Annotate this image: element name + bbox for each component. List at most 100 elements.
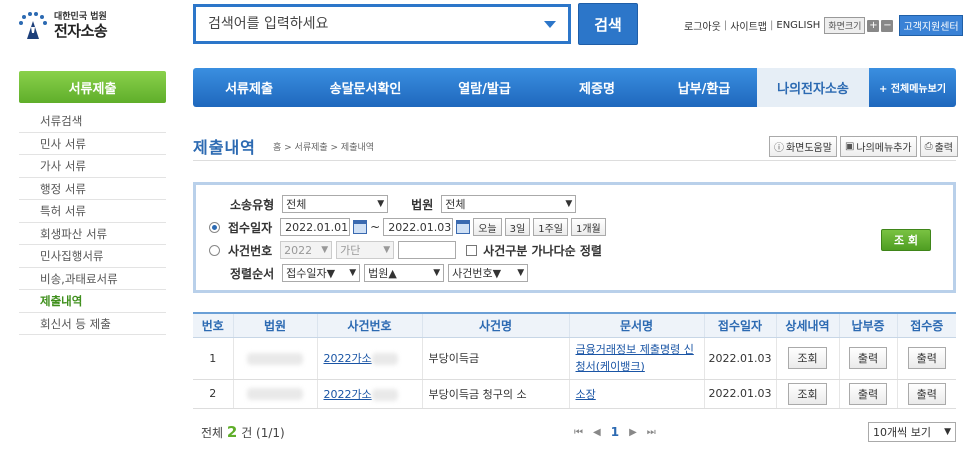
sidebar-item-civil-execution[interactable]: 민사집행서류: [19, 245, 166, 268]
sidebar-item-family[interactable]: 가사 서류: [19, 155, 166, 178]
court-label: 법원: [411, 197, 434, 212]
first-page-icon[interactable]: ⏮: [574, 427, 583, 438]
sidebar-item-non-contentious[interactable]: 비송,과태료서류: [19, 268, 166, 290]
english-link[interactable]: ENGLISH: [776, 20, 820, 31]
col-detail: 상세내역: [775, 312, 839, 338]
print-payment-button[interactable]: 출력: [848, 382, 888, 405]
case-serial-input[interactable]: [398, 241, 457, 259]
case-kind-select[interactable]: 가단 ▼: [336, 241, 395, 259]
row-payment: 출력: [838, 337, 897, 380]
font-size-decrease-button[interactable]: −: [881, 19, 894, 32]
sort-order-1-select[interactable]: 접수일자▼ ▼: [282, 264, 361, 282]
date-to-input[interactable]: 2022.01.03: [383, 218, 454, 236]
sort-order-2-select[interactable]: 법원▲ ▼: [364, 264, 445, 282]
nav-my-e-litigation[interactable]: 나의전자소송: [757, 68, 869, 107]
case-type-select[interactable]: 전체 ▼: [282, 195, 389, 213]
prev-page-icon[interactable]: ◀: [593, 427, 601, 438]
sort-order-label: 정렬순서: [230, 266, 275, 281]
current-page[interactable]: 1: [611, 425, 619, 439]
nav-service-documents[interactable]: 송달문서확인: [305, 68, 426, 107]
court-logo[interactable]: 대한민국 법원 전자소송: [18, 8, 128, 44]
sidebar-item-bankruptcy[interactable]: 회생파산 서류: [19, 223, 166, 245]
utility-links: 로그아웃 | 사이트맵 | ENGLISH 화면크기 + − 고객지원센터: [684, 15, 963, 36]
search-input[interactable]: [196, 16, 544, 32]
add-my-menu-button[interactable]: ▣ 나의메뉴추가: [839, 136, 917, 157]
printer-icon: ⎙: [924, 141, 933, 152]
row-number: 1: [193, 337, 233, 380]
table-row: 1 2022가소 부당이득금 금융거래정보 제출명령 신청서(케이뱅크) 202…: [193, 337, 956, 380]
page-tools: ⓘ 화면도움말 ▣ 나의메뉴추가 ⎙ 출력: [768, 136, 958, 157]
nav-payment-refund[interactable]: 납부/환급: [651, 68, 757, 107]
sort-order-1-value: 접수일자▼: [286, 267, 336, 280]
font-size-increase-button[interactable]: +: [867, 19, 880, 32]
per-page-select[interactable]: 10개씩 보기 ▼: [868, 422, 956, 442]
sidebar-item-document-search[interactable]: 서류검색: [19, 110, 166, 133]
row-document-name: 금융거래정보 제출명령 신청서(케이뱅크): [568, 337, 704, 380]
sidebar-item-civil[interactable]: 민사 서류: [19, 133, 166, 155]
document-link[interactable]: 소장: [576, 388, 596, 401]
print-payment-button[interactable]: 출력: [848, 347, 888, 369]
sidebar-item-patent[interactable]: 특허 서류: [19, 200, 166, 223]
sort-order-2-value: 법원▲: [368, 267, 397, 280]
receipt-date-radio[interactable]: [209, 221, 220, 233]
row-case-name: 부당이득금 청구의 소: [421, 379, 569, 409]
calendar-icon[interactable]: [456, 220, 471, 234]
row-document-name: 소장: [568, 379, 704, 409]
chevron-down-icon: ▼: [944, 427, 951, 437]
logout-link[interactable]: 로그아웃: [684, 18, 721, 33]
period-3day-button[interactable]: 3일: [504, 218, 531, 236]
row-court: [232, 379, 317, 409]
print-button[interactable]: ⎙ 출력: [919, 136, 958, 157]
row-case-name: 부당이득금: [421, 337, 569, 380]
query-button[interactable]: 조 회: [881, 229, 931, 251]
sort-by-name-checkbox[interactable]: [466, 244, 478, 256]
redacted-court: [247, 352, 303, 365]
case-year-select[interactable]: 2022 ▼: [280, 241, 333, 259]
sidebar-item-submission-history[interactable]: 제출내역: [19, 290, 166, 313]
view-detail-button[interactable]: 조회: [788, 382, 827, 405]
print-label: 출력: [934, 143, 953, 154]
nav-document-submission[interactable]: 서류제출: [193, 68, 305, 107]
next-page-icon[interactable]: ▶: [629, 427, 637, 438]
help-button[interactable]: ⓘ 화면도움말: [768, 136, 837, 157]
table-header-row: 번호 법원 사건번호 사건명 문서명 접수일자 상세내역 납부증 접수증: [193, 312, 956, 338]
chevron-down-icon: ▼: [349, 268, 357, 278]
divider: |: [770, 20, 774, 31]
court-select[interactable]: 전체 ▼: [441, 195, 577, 213]
print-receipt-button[interactable]: 출력: [907, 347, 946, 369]
case-number-label: 사건번호: [228, 243, 273, 258]
nav-certificates[interactable]: 제증명: [543, 68, 651, 107]
chevron-down-icon: ▼: [321, 245, 329, 255]
bookmark-icon: ▣: [844, 141, 855, 152]
calendar-icon[interactable]: [353, 220, 368, 234]
period-1week-button[interactable]: 1주일: [533, 218, 568, 236]
chevron-down-icon[interactable]: [544, 20, 556, 28]
col-payment-receipt: 납부증: [838, 312, 897, 338]
nav-view-issue[interactable]: 열람/발급: [426, 68, 543, 107]
court-emblem-icon: [19, 12, 47, 39]
search-button[interactable]: 검색: [578, 3, 638, 45]
date-from-input[interactable]: 2022.01.01: [280, 218, 351, 236]
last-page-icon[interactable]: ⏭: [647, 427, 656, 438]
sort-order-3-select[interactable]: 사건번호▼ ▼: [448, 264, 529, 282]
sitemap-link[interactable]: 사이트맵: [730, 18, 767, 33]
case-type-label: 소송유형: [230, 197, 275, 212]
case-kind-value: 가단: [340, 244, 361, 257]
add-my-menu-label: 나의메뉴추가: [856, 143, 912, 154]
print-receipt-button[interactable]: 출력: [907, 382, 946, 405]
col-document-name: 문서명: [568, 312, 704, 338]
period-today-button[interactable]: 오늘: [473, 218, 502, 236]
pagination: ⏮ ◀ 1 ▶ ⏭: [574, 425, 656, 439]
nav-all-menu[interactable]: + 전체메뉴보기: [869, 68, 956, 107]
case-number-link[interactable]: 2022가소: [324, 388, 372, 401]
submission-table: 번호 법원 사건번호 사건명 문서명 접수일자 상세내역 납부증 접수증 1 2…: [193, 312, 956, 409]
period-1month-button[interactable]: 1개월: [570, 218, 606, 236]
col-court: 법원: [232, 312, 317, 338]
customer-center-button[interactable]: 고객지원센터: [899, 15, 963, 36]
case-number-radio[interactable]: [209, 244, 220, 256]
case-number-link[interactable]: 2022가소: [324, 352, 372, 365]
sidebar-item-reply-submission[interactable]: 회신서 등 제출: [19, 313, 166, 335]
document-link[interactable]: 금융거래정보 제출명령 신청서(케이뱅크): [576, 343, 694, 373]
sidebar-item-administrative[interactable]: 행정 서류: [19, 178, 166, 200]
view-detail-button[interactable]: 조회: [788, 347, 827, 369]
